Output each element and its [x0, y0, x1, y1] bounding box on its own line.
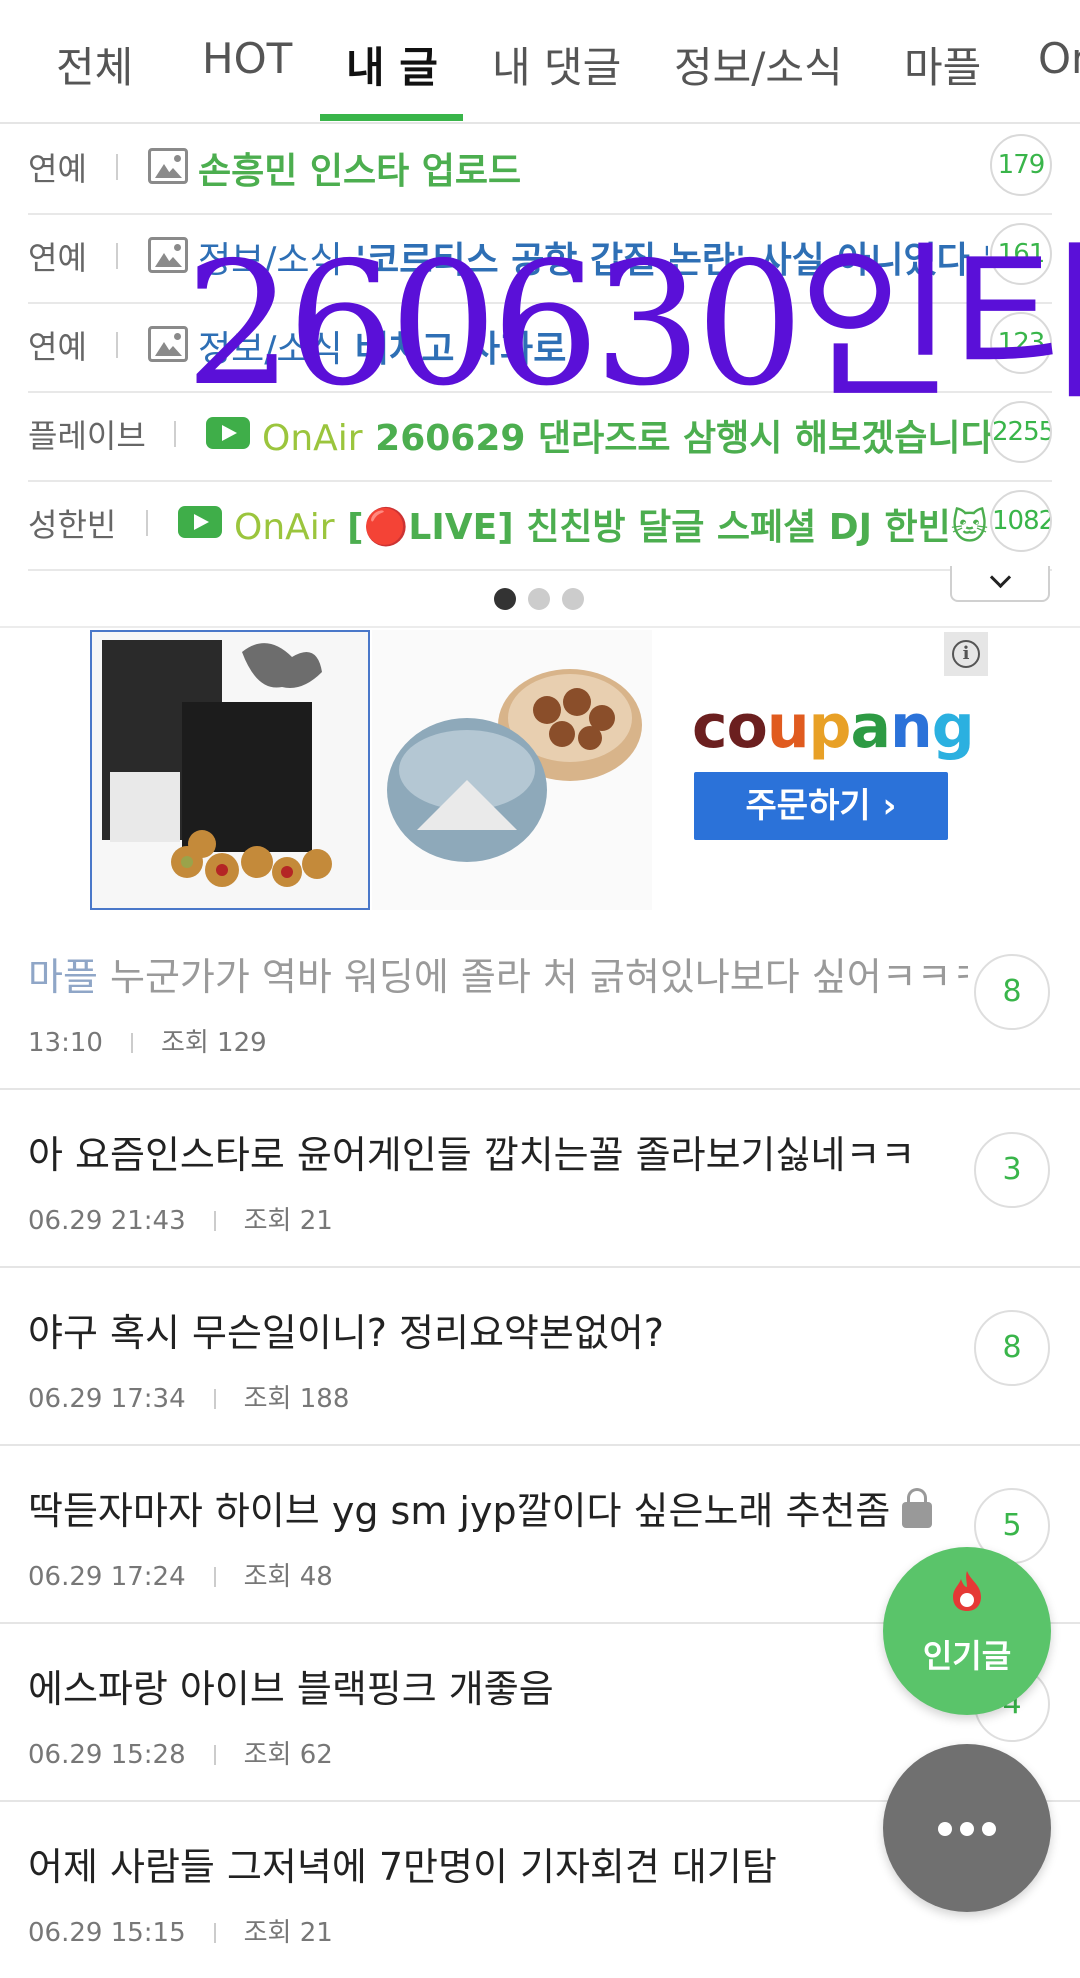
hot-title-text: 배치고 사과로: [355, 329, 567, 370]
popular-posts-label: 인기글: [922, 1637, 1012, 1675]
comment-count-badge: 161: [990, 223, 1052, 285]
comment-count-badge: 123: [990, 312, 1052, 374]
comment-count-badge: 1082: [990, 490, 1052, 552]
image-icon: [148, 237, 188, 273]
post-time: 06.29 21:43: [28, 1206, 186, 1236]
hot-category: 연예: [28, 239, 87, 277]
post-title-text: 누군가가 역바 워딩에 졸라 처 긁혀있나보다 싶어ㅋㅋㅋ: [110, 955, 968, 999]
post-meta: 06.29 17:34 조회 188: [28, 1378, 349, 1415]
post-title: 아 요즘인스타로 윤어게인들 깝치는꼴 졸라보기싫네ㅋㅋ: [28, 1133, 916, 1177]
post-views: 조회 21: [243, 1918, 333, 1948]
post-title: 야구 혹시 무슨일이니? 정리요약본없어?: [28, 1311, 664, 1355]
post-views: 조회 188: [243, 1384, 350, 1414]
active-tab-indicator: [320, 114, 463, 121]
pager-dot-active[interactable]: [494, 588, 516, 610]
image-icon: [148, 148, 188, 184]
post-item[interactable]: 아 요즘인스타로 윤어게인들 깝치는꼴 졸라보기싫네ㅋㅋ 06.29 21:43…: [0, 1090, 1080, 1268]
hot-title-text: [🔴LIVE] 친친방 달글 스페셜 DJ 한빈🐱: [347, 507, 989, 548]
reply-count-badge: 8: [974, 1310, 1050, 1386]
hot-category: 성한빈: [28, 506, 117, 544]
post-time: 06.29 17:34: [28, 1384, 186, 1414]
category-tabs: 전체 HOT 내 글 내 댓글 정보/소식 마플 On: [0, 0, 1080, 124]
post-meta: 06.29 17:24 조회 48: [28, 1556, 333, 1593]
fire-icon: [953, 1571, 981, 1611]
ad-info-icon[interactable]: i: [944, 632, 988, 676]
post-views: 조회 21: [243, 1206, 333, 1236]
tab-mafl[interactable]: 마플: [904, 34, 981, 95]
pager-dot[interactable]: [562, 588, 584, 610]
post-time: 13:10: [28, 1028, 103, 1058]
post-meta: 13:10 조회 129: [28, 1022, 267, 1059]
post-time: 06.29 15:28: [28, 1740, 186, 1770]
more-icon: [938, 1822, 952, 1836]
hot-title: 정보/소식 '코르티스 공항 갑질 논란' 사실 아니었다 ": [198, 231, 988, 283]
hot-prefix: 정보/소식: [198, 329, 343, 370]
youtube-icon: [206, 417, 250, 449]
hot-category: 연예: [28, 150, 87, 188]
hot-title-text: '코르티스 공항 갑질 논란' 사실 아니었다 ": [355, 240, 988, 281]
post-views: 조회 48: [243, 1562, 333, 1592]
hot-title: 정보/소식 배치고 사과로: [198, 320, 958, 372]
ad-product-image[interactable]: [90, 630, 370, 910]
post-meta: 06.29 21:43 조회 21: [28, 1200, 333, 1237]
post-title-text: 딱듣자마자 하이브 yg sm jyp깔이다 싶은노래 추천좀: [28, 1489, 891, 1533]
collapse-button[interactable]: [950, 566, 1050, 602]
hot-list-item[interactable]: 연예 손흥민 인스타 업로드 179: [28, 124, 1052, 215]
tab-info-news[interactable]: 정보/소식: [674, 34, 843, 95]
more-icon-dot: [982, 1822, 996, 1836]
post-meta: 06.29 15:28 조회 62: [28, 1734, 333, 1771]
ad-banner[interactable]: coupang 주문하기 › i: [0, 626, 1080, 914]
more-icon-dot: [960, 1822, 974, 1836]
tab-hot[interactable]: HOT: [202, 34, 292, 83]
divider: [116, 332, 118, 358]
hot-list-item[interactable]: 성한빈 OnAir [🔴LIVE] 친친방 달글 스페셜 DJ 한빈🐱 1082: [28, 480, 1052, 571]
hot-category: 플레이브: [28, 417, 146, 455]
youtube-icon: [178, 506, 222, 538]
hot-list-item[interactable]: 플레이브 OnAir 260629 댄라즈로 삼행시 해보겠습니다 1 2255: [28, 391, 1052, 482]
divider: [146, 510, 148, 536]
post-title: 에스파랑 아이브 블랙핑크 개좋음: [28, 1667, 554, 1711]
tab-onair[interactable]: On: [1038, 34, 1080, 83]
hot-list-item[interactable]: 연예 정보/소식 '코르티스 공항 갑질 논란' 사실 아니었다 " 161: [28, 213, 1052, 304]
hot-prefix: 정보/소식: [198, 240, 343, 281]
hot-list-item[interactable]: 연예 정보/소식 배치고 사과로 123: [28, 302, 1052, 393]
chevron-down-icon: [989, 566, 1011, 589]
hot-title: 손흥민 인스타 업로드: [198, 151, 522, 192]
ad-product-image[interactable]: [372, 630, 652, 910]
image-icon: [148, 326, 188, 362]
onair-label: OnAir: [262, 418, 363, 459]
comment-count-badge: 2255: [990, 401, 1052, 463]
tab-my-posts[interactable]: 내 글: [346, 34, 438, 95]
comment-count-badge: 179: [990, 134, 1052, 196]
divider: [116, 243, 118, 269]
post-time: 06.29 17:24: [28, 1562, 186, 1592]
post-category: 마플: [28, 955, 98, 999]
reply-count-badge: 3: [974, 1132, 1050, 1208]
tab-all[interactable]: 전체: [56, 34, 133, 95]
post-title: 마플 누군가가 역바 워딩에 졸라 처 긁혀있나보다 싶어ㅋㅋㅋ: [28, 946, 968, 1001]
divider: [116, 154, 118, 180]
ad-brand-logo: coupang: [692, 692, 975, 762]
onair-label: OnAir: [234, 507, 335, 548]
order-button[interactable]: 주문하기 ›: [694, 772, 948, 840]
post-item[interactable]: 야구 혹시 무슨일이니? 정리요약본없어? 06.29 17:34 조회 188 …: [0, 1268, 1080, 1446]
hot-title-text: 260629 댄라즈로 삼행시 해보겠습니다 1: [375, 418, 1002, 459]
post-time: 06.29 15:15: [28, 1918, 186, 1948]
hot-title: OnAir [🔴LIVE] 친친방 달글 스페셜 DJ 한빈🐱: [234, 498, 1004, 550]
more-button[interactable]: [883, 1744, 1051, 1912]
divider: [174, 421, 176, 447]
hot-title: OnAir 260629 댄라즈로 삼행시 해보겠습니다 1: [262, 409, 1002, 461]
post-title: 어제 사람들 그저녁에 7만명이 기자회견 대기탐: [28, 1845, 777, 1889]
post-meta: 06.29 15:15 조회 21: [28, 1912, 333, 1949]
hot-category: 연예: [28, 328, 87, 366]
post-item[interactable]: 마플 누군가가 역바 워딩에 졸라 처 긁혀있나보다 싶어ㅋㅋㅋ 13:10 조회…: [0, 912, 1080, 1090]
pager-dot[interactable]: [528, 588, 550, 610]
tab-my-comments[interactable]: 내 댓글: [492, 34, 621, 95]
popular-posts-button[interactable]: 인기글: [883, 1547, 1051, 1715]
lock-icon: [902, 1488, 933, 1528]
reply-count-badge: 8: [974, 954, 1050, 1030]
post-views: 조회 62: [243, 1740, 333, 1770]
post-title: 딱듣자마자 하이브 yg sm jyp깔이다 싶은노래 추천좀: [28, 1480, 968, 1535]
post-views: 조회 129: [160, 1028, 267, 1058]
